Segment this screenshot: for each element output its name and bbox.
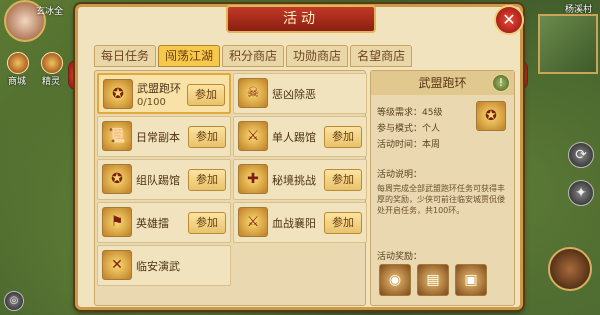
settings-icon[interactable]: ✦ [568,180,594,206]
spirit-button[interactable]: 精灵 [36,52,66,87]
crossed-spears-icon: ✕ [102,250,132,280]
joystick-icon[interactable]: ◎ [4,291,24,311]
close-button[interactable]: ✕ [494,5,524,35]
participation-mode: 参与模式：个人 [377,124,441,134]
alliance-emblem-icon: ✪ [476,101,506,131]
scroll-reward-icon[interactable]: ▤ [417,264,449,296]
activity-name: 日常副本 [136,131,180,144]
level-requirement: 等级需求：45级 [377,108,443,118]
activity-name: 血战襄阳 [272,217,316,230]
join-button[interactable]: 参加 [188,169,226,191]
activity-item[interactable]: ✚ 秘境挑战 参加 [233,159,367,200]
activity-name: 武盟跑环 [137,82,181,95]
rewards-label: 活动奖励： [377,252,423,262]
team-emblem-icon: ✪ [102,164,132,194]
activity-progress: 0/100 [137,97,166,108]
shop-button-label: 商城 [7,77,26,87]
activity-item[interactable]: ✕ 临安演武 [97,245,231,286]
activity-item[interactable]: ⚔ 血战襄阳 参加 [233,202,367,243]
activity-name: 临安演武 [136,260,180,273]
join-button[interactable]: 参加 [324,126,362,148]
description-label: 活动说明： [377,170,423,180]
tab-bar: 每日任务 闯荡江湖 积分商店 功勋商店 名望商店 [94,45,413,67]
minimap[interactable] [538,14,598,74]
spirit-button-label: 精灵 [41,77,60,87]
activity-detail: 武盟跑环 ! 等级需求：45级 参与模式：个人 活动时间：本周 ✪ 活动说明： … [370,70,515,306]
activity-item[interactable]: ⚔ 单人踢馆 参加 [233,116,367,157]
join-button[interactable]: 参加 [187,84,225,106]
alliance-emblem-icon: ✪ [103,79,133,109]
activity-name: 秘境挑战 [272,174,316,187]
tab-merit-shop[interactable]: 功勋商店 [286,45,349,67]
description-text: 每周完成全部武盟跑环任务可获得丰厚的奖励，少侠可前往临安城贾侃偻处开启任务，共1… [377,184,505,215]
arena-icon: ⚑ [102,207,132,237]
activity-item[interactable]: 📜 日常副本 参加 [97,116,231,157]
activity-name: 惩凶除恶 [272,88,316,101]
activity-item[interactable]: ✪ 武盟跑环 0/100 参加 [97,73,231,114]
info-icon[interactable]: ! [492,74,510,92]
activity-name: 组队踢馆 [136,174,180,187]
reward-list: ◉ ▤ ▣ [379,264,487,296]
chest-icon[interactable]: ▣ [455,264,487,296]
attack-button[interactable] [548,247,592,291]
demon-mask-icon: ☠ [238,78,268,108]
panel-title: 活动 [226,5,376,33]
join-button[interactable]: 参加 [324,169,362,191]
join-button[interactable]: 参加 [188,126,226,148]
tab-jianghu[interactable]: 闯荡江湖 [158,45,221,67]
activity-time: 活动时间：本周 [377,140,441,150]
single-fighter-icon: ⚔ [238,121,268,151]
shop-button[interactable]: 商城 [2,52,32,87]
activity-item[interactable]: ✪ 组队踢馆 参加 [97,159,231,200]
join-button[interactable]: 参加 [324,212,362,234]
activity-panel: 活动 ✕ 每日任务 闯荡江湖 积分商店 功勋商店 名望商店 ✪ 武盟跑环 0/1… [75,4,524,310]
secret-realm-icon: ✚ [238,164,268,194]
activity-item[interactable]: ⚑ 英雄擂 参加 [97,202,231,243]
coin-icon[interactable]: ◉ [379,264,411,296]
activity-item[interactable]: ☠ 惩凶除恶 [233,73,367,114]
crossed-swords-icon: ⚔ [238,207,268,237]
scroll-icon: 📜 [102,121,132,151]
tab-daily-tasks[interactable]: 每日任务 [94,45,157,67]
activity-name: 英雄擂 [136,217,169,230]
refresh-icon[interactable]: ⟳ [568,142,594,168]
tab-fame-shop[interactable]: 名望商店 [350,45,413,67]
join-button[interactable]: 参加 [188,212,226,234]
player-name: 玄冰全 [36,7,64,17]
activity-list: ✪ 武盟跑环 0/100 参加 ☠ 惩凶除恶 📜 日常副本 参加 ⚔ 单人踢馆 … [94,70,367,306]
tab-points-shop[interactable]: 积分商店 [222,45,285,67]
activity-name: 单人踢馆 [272,131,316,144]
